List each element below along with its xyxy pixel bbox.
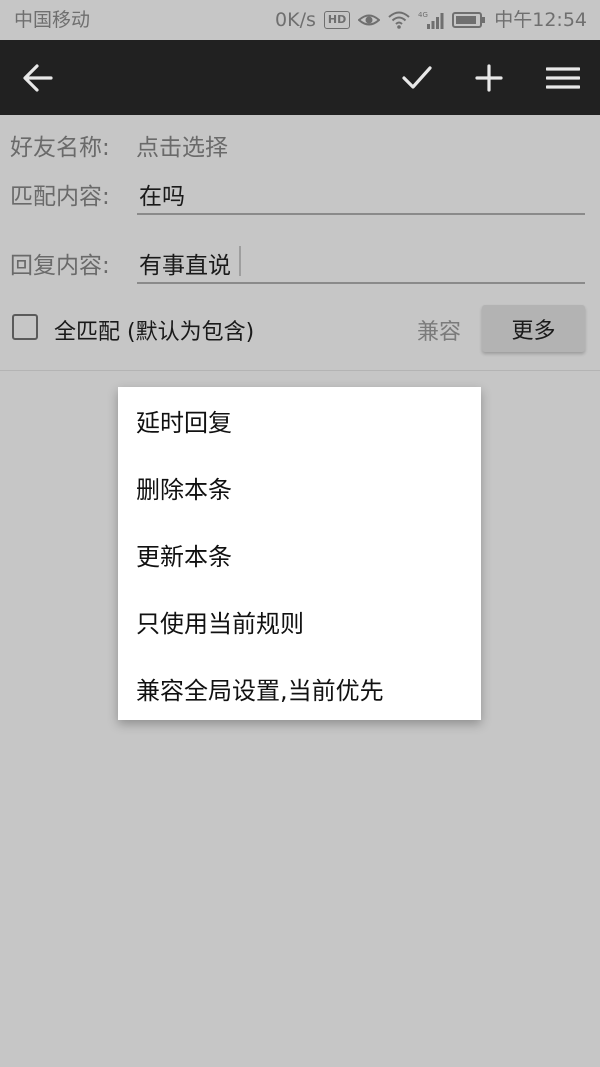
match-content-label: 匹配内容: <box>10 184 110 210</box>
check-icon <box>402 65 432 89</box>
full-match-label[interactable]: 全匹配 (默认为包含) <box>54 314 254 346</box>
reply-content-label: 回复内容: <box>10 253 110 279</box>
match-content-value: 在吗 <box>139 184 185 210</box>
more-button[interactable]: 更多 <box>482 305 585 352</box>
overflow-menu-button[interactable] <box>533 40 593 115</box>
status-bar: 中国移动 0K/s HD 4G 中午12:54 <box>0 0 600 40</box>
eye-icon <box>358 11 381 29</box>
battery-icon <box>452 11 486 29</box>
wifi-icon <box>388 11 410 29</box>
carrier-name: 中国移动 <box>14 9 91 31</box>
signal-4g-icon: 4G <box>418 10 444 30</box>
text-cursor <box>239 246 241 276</box>
reply-content-input[interactable]: 有事直说 <box>137 242 585 284</box>
hd-icon: HD <box>323 11 351 29</box>
reply-content-value: 有事直说 <box>139 253 231 279</box>
clock: 中午12:54 <box>494 9 587 31</box>
status-indicators: 0K/s HD 4G 中午12:54 <box>275 0 587 40</box>
compat-option[interactable]: 兼容 <box>417 314 461 346</box>
match-content-input[interactable]: 在吗 <box>137 173 585 215</box>
rule-form: 好友名称: 点击选择 匹配内容: 在吗 回复内容: 有事直说 全匹配 (默认为包… <box>0 115 600 371</box>
menu-item-delay-reply[interactable]: 延时回复 <box>118 387 481 453</box>
menu-item-use-current-rule-only[interactable]: 只使用当前规则 <box>118 588 481 654</box>
menu-item-compat-global-settings[interactable]: 兼容全局设置,当前优先 <box>118 655 481 721</box>
confirm-button[interactable] <box>387 40 447 115</box>
full-match-checkbox[interactable] <box>12 314 38 340</box>
menu-item-update-rule[interactable]: 更新本条 <box>118 521 481 587</box>
svg-text:4G: 4G <box>418 11 428 19</box>
back-arrow-icon <box>23 63 53 92</box>
friend-name-label: 好友名称: <box>10 135 110 161</box>
menu-item-delete-rule[interactable]: 删除本条 <box>118 454 481 520</box>
more-popup-menu: 延时回复 删除本条 更新本条 只使用当前规则 兼容全局设置,当前优先 <box>118 387 481 720</box>
menu-icon <box>546 66 580 89</box>
network-speed: 0K/s <box>275 9 316 31</box>
toolbar <box>0 40 600 115</box>
add-button[interactable] <box>459 40 519 115</box>
plus-icon <box>475 63 503 92</box>
back-button[interactable] <box>8 40 68 115</box>
friend-name-selector[interactable]: 点击选择 <box>136 128 228 162</box>
